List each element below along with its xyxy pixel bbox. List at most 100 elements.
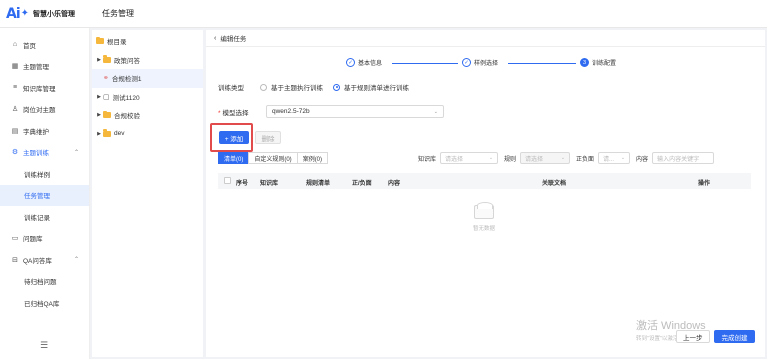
settings-icon: ⚙: [11, 149, 19, 157]
model-select-row: * 模型选择 qwen2.5-72b ⌄: [218, 105, 444, 118]
radio-label: 基于规则清单进行训练: [344, 85, 409, 92]
caret-right-icon[interactable]: ▶: [95, 112, 103, 118]
sidebar-item-topic-management[interactable]: ▦ 主题管理: [0, 56, 89, 78]
sidebar-item-question-bank[interactable]: ▭ 问题库: [0, 228, 89, 250]
sidebar-subitem-pending-questions[interactable]: 待归档问题: [0, 271, 89, 293]
radio-label: 基于主题执行训练: [271, 85, 323, 92]
tree-node-test-1120[interactable]: ▶ ▢ 测试1120: [92, 88, 203, 107]
tree-node-label: 测试1120: [112, 94, 140, 102]
sidebar-subitem-training-records[interactable]: 训练记录: [0, 206, 89, 228]
book-icon: ▤: [11, 127, 19, 135]
step-connector: [508, 63, 576, 64]
sidebar-item-dictionary[interactable]: ▤ 字典维护: [0, 120, 89, 142]
sidebar-item-qa-library[interactable]: ⊟ QA问答库 ⌃: [0, 249, 89, 271]
rule-filter-select[interactable]: 请选择 ⌄: [520, 152, 571, 164]
content-search-input[interactable]: 输入内容关键字: [652, 152, 715, 164]
folder-icon: [103, 55, 111, 63]
select-all-checkbox[interactable]: [224, 177, 231, 184]
tree-node-dev[interactable]: ▶ dev: [92, 125, 203, 144]
add-button[interactable]: + 添加: [219, 131, 249, 144]
sidebar-item-position-topic[interactable]: ♙ 岗位对主题: [0, 99, 89, 121]
folder-icon: [96, 36, 104, 45]
folder-icon: [103, 110, 111, 119]
sidebar-item-label: 训练样例: [24, 171, 50, 179]
sidebar-item-label: 首页: [23, 42, 36, 50]
sidebar-subitem-archived-qa[interactable]: 已归档QA库: [0, 292, 89, 314]
step-indicator: ✓ 基本信息 ✓ 样例选择 3 训练配置: [346, 58, 636, 70]
tree-node-compliance-check-1[interactable]: ⚭ 合规检测1: [92, 69, 203, 88]
radio-rule-list-training[interactable]: 基于规则清单进行训练: [333, 82, 409, 92]
tab-list[interactable]: 清单(0): [218, 152, 250, 164]
tree-node-policy-qa[interactable]: ▶ 政策问答: [92, 51, 203, 70]
kb-filter-label: 知识库: [418, 156, 437, 163]
sidebar-item-label: 训练记录: [24, 214, 50, 222]
tab-cases[interactable]: 案例(0): [296, 152, 329, 164]
sidebar-item-label: 知识库管理: [23, 85, 56, 93]
radio-circle-checked: [333, 83, 340, 91]
column-rule-list: 规则清单: [306, 181, 331, 187]
step-label: 基本信息: [358, 61, 383, 67]
pn-filter-select[interactable]: 请... ⌄: [598, 152, 631, 164]
empty-state: 暂无数据: [464, 202, 504, 232]
caret-right-icon[interactable]: ▶: [95, 57, 103, 63]
chevron-down-icon: ⌄: [433, 108, 438, 115]
sidebar-item-topic-training[interactable]: ⚙ 主题训练 ⌃: [0, 142, 89, 164]
column-related-docs: 关联文档: [542, 181, 567, 187]
step-sample-selection: ✓ 样例选择: [462, 58, 498, 67]
folder-icon: [103, 129, 111, 137]
step-number: 3: [580, 58, 589, 67]
app-logo[interactable]: Ai ✦ 智慧小乐管理: [0, 6, 90, 22]
sidebar-item-label: 字典维护: [23, 128, 49, 136]
radio-topic-training[interactable]: 基于主题执行训练: [260, 82, 323, 92]
column-knowledge-base: 知识库: [260, 181, 279, 187]
finish-create-button[interactable]: 完成创建: [714, 330, 755, 343]
back-to-edit-task[interactable]: ‹ 编辑任务: [206, 30, 765, 47]
model-select[interactable]: qwen2.5-72b ⌄: [266, 105, 444, 118]
back-label: 编辑任务: [220, 36, 247, 43]
tree-node-label: 合规校验: [114, 113, 140, 121]
sidebar-item-label: 任务管理: [24, 193, 50, 201]
step-label: 样例选择: [474, 61, 499, 67]
step-basic-info: ✓ 基本信息: [346, 58, 382, 67]
box-icon: ▢: [103, 93, 110, 101]
check-icon: ✓: [346, 58, 355, 67]
kb-filter-select[interactable]: 请选择 ⌄: [440, 152, 499, 164]
chevron-down-icon: ⌄: [560, 155, 566, 161]
rule-filter-placeholder: 请选择: [525, 156, 544, 163]
tree-node-compliance-verify[interactable]: ▶ 合规校验: [92, 106, 203, 125]
sidebar-item-knowledge-base[interactable]: ≡ 知识库管理: [0, 77, 89, 99]
sidebar-item-home[interactable]: ⌂ 首页: [0, 34, 89, 56]
tab-custom-rules[interactable]: 自定义规则(0): [248, 152, 298, 164]
sidebar-subitem-training-samples[interactable]: 训练样例: [0, 163, 89, 185]
sidebar-item-label: 主题训练: [23, 150, 49, 158]
step-training-config: 3 训练配置: [580, 58, 616, 67]
pn-filter-label: 正负面: [576, 156, 595, 163]
user-icon: ♙: [11, 106, 19, 114]
check-icon: ✓: [462, 58, 471, 67]
tree-node-label: 政策问答: [114, 57, 140, 65]
chevron-up-icon: ⌃: [73, 149, 79, 156]
caret-right-icon[interactable]: ▶: [95, 131, 103, 137]
content-search-placeholder: 输入内容关键字: [657, 156, 700, 163]
list-icon: ≡: [12, 84, 18, 92]
logo-mark: Ai: [6, 5, 21, 22]
collapse-menu-icon[interactable]: ☰: [40, 340, 48, 351]
rule-filter-label: 规则: [504, 156, 517, 163]
caret-right-icon[interactable]: ▶: [95, 94, 103, 100]
qa-icon: ⊟: [12, 256, 18, 264]
sidebar-item-label: 待归档问题: [24, 279, 57, 287]
sidebar-item-label: 岗位对主题: [23, 107, 56, 115]
previous-step-button[interactable]: 上一步: [676, 330, 710, 343]
tree-node-root[interactable]: 根目录: [92, 32, 203, 51]
kb-filter-placeholder: 请选择: [445, 156, 464, 163]
empty-box-icon: [474, 202, 494, 219]
delete-button[interactable]: 删除: [255, 131, 281, 144]
required-mark: *: [218, 109, 221, 117]
content-filter-label: 内容: [636, 156, 649, 163]
table-header: 序号 知识库 规则清单 正/负面 内容 关联文档 操作: [218, 173, 751, 189]
sidebar-item-label: 主题管理: [23, 64, 49, 72]
model-value: qwen2.5-72b: [272, 108, 310, 115]
sidebar-subitem-task-management[interactable]: 任务管理: [0, 184, 89, 206]
tree-node-label: 合规检测1: [111, 76, 142, 84]
tree-node-label: dev: [114, 130, 125, 138]
